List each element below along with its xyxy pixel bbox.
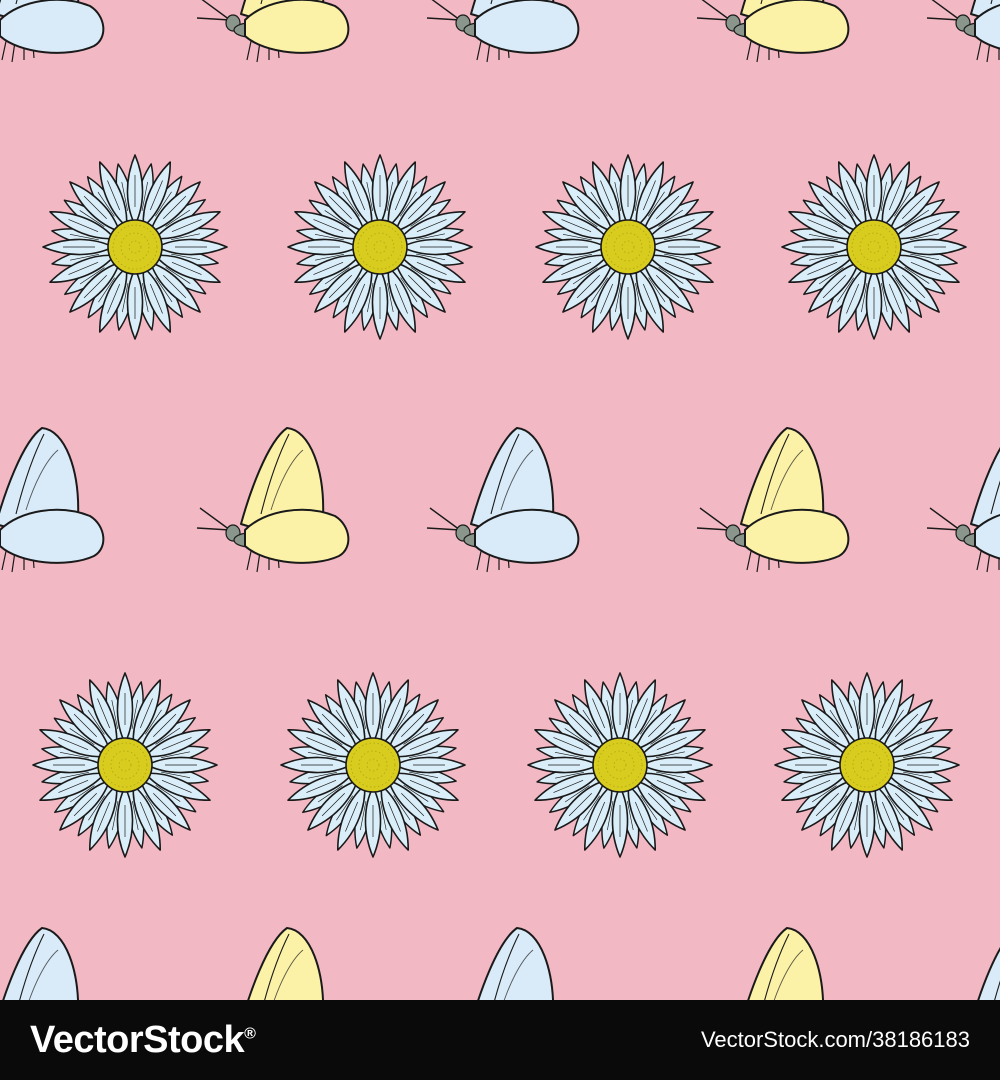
daisy-icon [43,155,227,339]
daisy-icon [288,155,472,339]
daisy-icon [536,155,720,339]
daisy-icon [775,673,959,857]
image-canvas: VectorStock® VectorStock.com/38186183 [0,0,1000,1080]
watermark-id: VectorStock.com/38186183 [700,1027,970,1052]
daisy-icon [281,673,465,857]
watermark-bar: VectorStock® VectorStock.com/38186183 [0,1000,1000,1080]
daisy-icon [528,673,712,857]
watermark-brand: VectorStock® [30,1018,256,1061]
daisy-icon [782,155,966,339]
seamless-pattern [0,0,1000,1000]
daisy-icon [33,673,217,857]
